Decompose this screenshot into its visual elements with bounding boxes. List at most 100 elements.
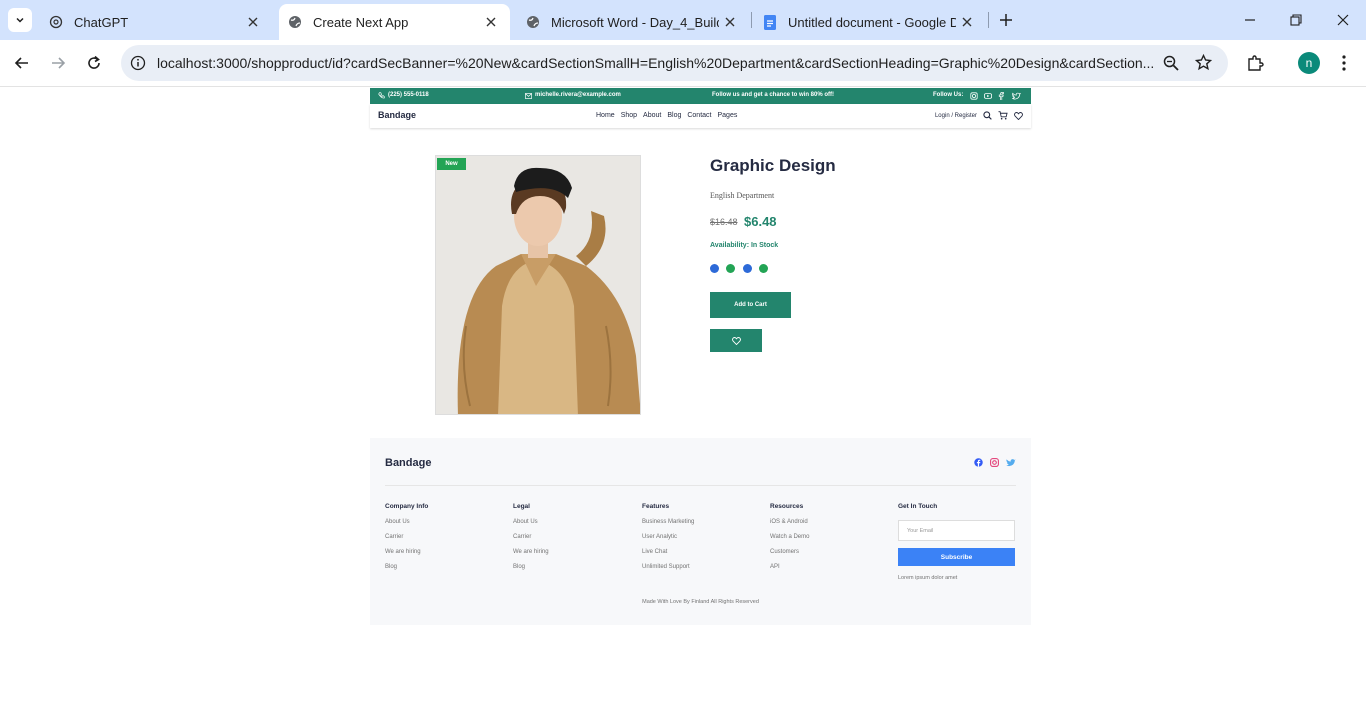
footer-link[interactable]: About Us: [513, 519, 549, 526]
product-image: [435, 155, 641, 415]
back-button[interactable]: [9, 50, 35, 76]
minimize-icon: [1245, 19, 1255, 21]
globe-icon: [287, 14, 303, 30]
product-department: English Department: [710, 191, 775, 200]
new-tab-button[interactable]: [994, 8, 1018, 32]
tab-chatgpt[interactable]: ChatGPT: [40, 4, 272, 40]
search-icon[interactable]: [983, 111, 992, 120]
browser-tab-strip: ChatGPT Create Next App Microsoft Word -…: [0, 0, 1366, 40]
footer-column-features: Features Business Marketing User Analyti…: [642, 503, 694, 579]
cart-icon[interactable]: [998, 111, 1008, 120]
footer-link[interactable]: We are hiring: [385, 549, 428, 556]
arrow-left-icon: [14, 57, 28, 69]
tab-title: Create Next App: [313, 14, 409, 30]
instagram-icon[interactable]: [970, 91, 978, 100]
footer-link[interactable]: iOS & Android: [770, 519, 809, 526]
tab-microsoft-word[interactable]: Microsoft Word - Day_4_Buildin: [517, 4, 749, 40]
contact-phone: (225) 555-0118: [388, 92, 429, 98]
footer-column-title: Features: [642, 503, 670, 510]
footer-link[interactable]: Watch a Demo: [770, 534, 809, 541]
subscribe-button[interactable]: Subscribe: [898, 548, 1015, 566]
sale-price: $6.48: [744, 214, 777, 229]
minimize-button[interactable]: [1238, 8, 1262, 32]
forward-button[interactable]: [45, 50, 71, 76]
close-window-button[interactable]: [1331, 8, 1355, 32]
footer-link[interactable]: We are hiring: [513, 549, 549, 556]
availability-status: Availability: In Stock: [710, 242, 779, 249]
nav-blog[interactable]: Blog: [667, 112, 681, 119]
close-tab-icon[interactable]: [244, 13, 262, 31]
wishlist-button[interactable]: [710, 329, 762, 352]
bookmark-star-icon[interactable]: [1195, 54, 1212, 71]
twitter-icon[interactable]: [1006, 458, 1016, 467]
more-vertical-icon: [1342, 55, 1346, 71]
color-swatch-4[interactable]: [759, 264, 768, 273]
close-tab-icon[interactable]: [958, 13, 976, 31]
color-swatch-1[interactable]: [710, 264, 719, 273]
tab-separator: [751, 12, 752, 28]
heart-icon[interactable]: [1014, 111, 1023, 120]
footer-link[interactable]: Blog: [513, 564, 549, 571]
close-tab-icon[interactable]: [721, 13, 739, 31]
contact-email: michelle.rivera@example.com: [535, 92, 621, 98]
url-text[interactable]: localhost:3000/shopproduct/id?cardSecBan…: [157, 55, 1157, 71]
youtube-icon[interactable]: [984, 92, 992, 100]
new-badge: New: [437, 158, 466, 170]
chatgpt-logo-icon: [48, 14, 64, 30]
color-swatch-3[interactable]: [743, 264, 752, 273]
footer-link[interactable]: API: [770, 564, 809, 571]
footer-link[interactable]: Carrier: [385, 534, 428, 541]
url-path: :3000/shopproduct/id?cardSecBanner=%20Ne…: [212, 55, 1155, 71]
tab-google-docs[interactable]: Untitled document - Google Do: [754, 4, 986, 40]
color-swatch-2[interactable]: [726, 264, 735, 273]
footer-link[interactable]: About Us: [385, 519, 428, 526]
footer-link[interactable]: User Analytic: [642, 534, 694, 541]
site-footer: Bandage Company Info About Us Carrier We…: [370, 438, 1031, 625]
site-logo[interactable]: Bandage: [378, 110, 416, 120]
tab-create-next-app[interactable]: Create Next App: [279, 4, 510, 40]
footer-column-legal: Legal About Us Carrier We are hiring Blo…: [513, 503, 549, 579]
footer-column-title: Legal: [513, 503, 530, 510]
profile-avatar[interactable]: n: [1298, 52, 1320, 74]
twitter-icon[interactable]: [1012, 92, 1021, 100]
facebook-icon[interactable]: [974, 458, 983, 467]
nav-shop[interactable]: Shop: [621, 112, 637, 119]
footer-logo[interactable]: Bandage: [385, 457, 431, 469]
footer-link[interactable]: Customers: [770, 549, 809, 556]
footer-link[interactable]: Business Marketing: [642, 519, 694, 526]
login-register-link[interactable]: Login / Register: [935, 113, 977, 119]
site-info-icon[interactable]: [130, 55, 146, 71]
google-docs-icon: [762, 14, 778, 30]
footer-link[interactable]: Blog: [385, 564, 428, 571]
tab-search-button[interactable]: [8, 8, 32, 32]
puzzle-icon: [1248, 55, 1264, 71]
browser-menu-button[interactable]: [1331, 50, 1357, 76]
footer-link[interactable]: Unlimited Support: [642, 564, 694, 571]
nav-contact[interactable]: Contact: [687, 112, 711, 119]
nav-home[interactable]: Home: [596, 112, 615, 119]
add-to-cart-button[interactable]: Add to Cart: [710, 292, 791, 318]
phone-icon: [378, 92, 385, 99]
original-price: $16.48: [710, 217, 738, 227]
extensions-button[interactable]: [1242, 50, 1268, 76]
reload-button[interactable]: [81, 50, 107, 76]
instagram-icon[interactable]: [990, 458, 999, 467]
address-bar[interactable]: localhost:3000/shopproduct/id?cardSecBan…: [121, 45, 1228, 81]
nav-about[interactable]: About: [643, 112, 661, 119]
follow-us-label: Follow Us:: [933, 92, 964, 98]
facebook-icon[interactable]: [998, 91, 1004, 100]
nav-pages[interactable]: Pages: [717, 112, 737, 119]
url-host: localhost: [157, 55, 213, 71]
newsletter-email-input[interactable]: Your Email: [898, 520, 1015, 541]
zoom-icon[interactable]: [1163, 55, 1179, 71]
footer-column-resources: Resources iOS & Android Watch a Demo Cus…: [770, 503, 809, 579]
nav-actions: Login / Register: [935, 111, 1023, 120]
globe-icon: [525, 14, 541, 30]
tab-separator: [988, 12, 989, 28]
close-tab-icon[interactable]: [482, 13, 500, 31]
footer-link[interactable]: Carrier: [513, 534, 549, 541]
footer-link[interactable]: Live Chat: [642, 549, 694, 556]
tab-title: ChatGPT: [74, 14, 129, 30]
restore-button[interactable]: [1284, 8, 1308, 32]
footer-column-title: Resources: [770, 503, 804, 510]
